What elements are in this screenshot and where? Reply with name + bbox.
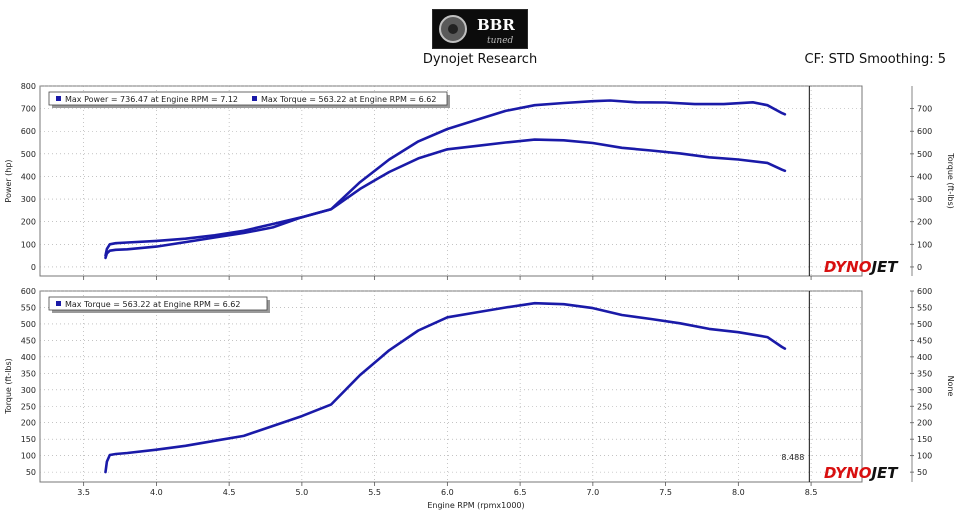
- y2-tick-label: 400: [917, 353, 932, 362]
- y-tick-label: 300: [21, 195, 36, 204]
- y-tick-label: 450: [21, 336, 36, 345]
- x-tick-label: 7.0: [586, 488, 599, 497]
- legend-entry: Max Power = 736.47 at Engine RPM = 7.12: [65, 95, 238, 104]
- y2-tick-label: 600: [917, 287, 932, 296]
- y-tick-label: 500: [21, 320, 36, 329]
- y2-tick-label: 300: [917, 386, 932, 395]
- y2-tick-label: 100: [917, 240, 932, 249]
- legend-swatch: [56, 301, 61, 306]
- x-tick-label: 4.0: [150, 488, 163, 497]
- watermark-part1: DYNO: [824, 464, 872, 482]
- y2-tick-label: 600: [917, 127, 932, 136]
- plot-area: [39, 85, 863, 277]
- y-tick-label: 350: [21, 369, 36, 378]
- x-tick-label: 5.0: [296, 488, 309, 497]
- watermark-part2: JET: [868, 258, 899, 276]
- x-tick-label: 3.5: [77, 488, 90, 497]
- y-tick-label: 200: [21, 218, 36, 227]
- y2-tick-label: 550: [917, 303, 932, 312]
- dyno-charts: DYNOJET800700600500400300200100070060050…: [4, 82, 955, 510]
- y2-tick-label: 250: [917, 402, 932, 411]
- x-tick-label: 5.5: [368, 488, 381, 497]
- y2-tick-label: 450: [917, 336, 932, 345]
- y-tick-label: 400: [21, 353, 36, 362]
- watermark-part2: JET: [868, 464, 899, 482]
- y-tick-label: 600: [21, 287, 36, 296]
- x-tick-label: 6.5: [514, 488, 527, 497]
- y-tick-label: 400: [21, 172, 36, 181]
- y2-axis-title-none: None: [946, 376, 955, 397]
- x-tick-label: 6.0: [441, 488, 454, 497]
- y-tick-label: 500: [21, 150, 36, 159]
- y-tick-label: 700: [21, 105, 36, 114]
- y-tick-label: 100: [21, 452, 36, 461]
- watermark-part1: DYNO: [824, 258, 872, 276]
- y2-tick-label: 400: [917, 172, 932, 181]
- x-tick-label: 8.5: [805, 488, 818, 497]
- y-tick-label: 550: [21, 303, 36, 312]
- y-tick-label: 300: [21, 386, 36, 395]
- dynojet-watermark: DYNOJET: [824, 464, 899, 482]
- y-tick-label: 100: [21, 240, 36, 249]
- y-tick-label: 600: [21, 127, 36, 136]
- y2-tick-label: 200: [917, 419, 932, 428]
- x-axis-title: Engine RPM (rpmx1000): [427, 501, 524, 510]
- y2-tick-label: 100: [917, 452, 932, 461]
- legend-entry: Max Torque = 563.22 at Engine RPM = 6.62: [261, 95, 436, 104]
- y2-tick-label: 500: [917, 320, 932, 329]
- y2-axis-title-torque: Torque (ft-lbs): [946, 152, 955, 209]
- x-tick-label: 8.0: [732, 488, 745, 497]
- y2-tick-label: 300: [917, 195, 932, 204]
- dynojet-watermark: DYNOJET: [824, 258, 899, 276]
- x-tick-label: 7.5: [659, 488, 672, 497]
- y-tick-label: 0: [31, 263, 36, 272]
- y-tick-label: 50: [26, 468, 36, 477]
- y-tick-label: 800: [21, 82, 36, 91]
- y2-tick-label: 150: [917, 435, 932, 444]
- y2-tick-label: 500: [917, 150, 932, 159]
- y-tick-label: 150: [21, 435, 36, 444]
- legend-swatch: [252, 96, 257, 101]
- x-tick-label: 4.5: [223, 488, 236, 497]
- y-axis-title-power: Power (hp): [4, 159, 13, 202]
- y-axis-title-torque: Torque (ft-lbs): [4, 358, 13, 415]
- y2-tick-label: 0: [917, 263, 922, 272]
- legend-swatch: [56, 96, 61, 101]
- y2-tick-label: 50: [917, 468, 927, 477]
- plot-area: [39, 290, 863, 483]
- legend-entry: Max Torque = 563.22 at Engine RPM = 6.62: [65, 300, 240, 309]
- y-tick-label: 200: [21, 419, 36, 428]
- y2-tick-label: 350: [917, 369, 932, 378]
- y2-tick-label: 700: [917, 105, 932, 114]
- cursor-readout: 8.488: [781, 453, 804, 462]
- y-tick-label: 250: [21, 402, 36, 411]
- chart-panel-1: DYNOJET: [39, 85, 914, 280]
- y2-tick-label: 200: [917, 218, 932, 227]
